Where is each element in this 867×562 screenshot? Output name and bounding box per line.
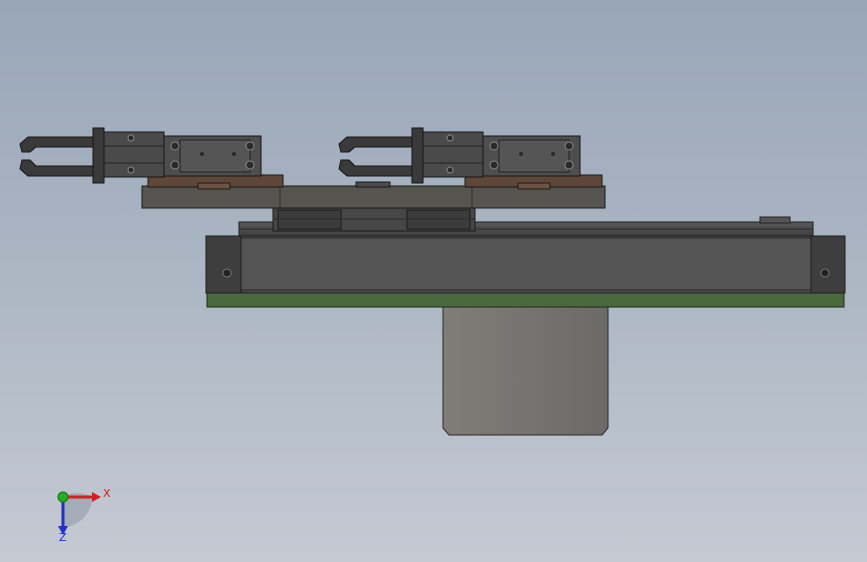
screw-icon bbox=[222, 268, 232, 278]
gripper-left[interactable] bbox=[19, 127, 262, 184]
screw-icon bbox=[820, 268, 830, 278]
port-icon bbox=[489, 160, 499, 170]
gripper-jaw-upper bbox=[19, 136, 97, 153]
gripper-right[interactable] bbox=[338, 127, 581, 184]
port-icon bbox=[245, 160, 255, 170]
end-cap-left bbox=[205, 235, 242, 294]
port-icon bbox=[564, 160, 574, 170]
support-bracket[interactable] bbox=[442, 305, 609, 436]
y-axis-dot bbox=[57, 491, 69, 503]
gripper-mount-right[interactable] bbox=[464, 174, 603, 190]
gripper-mount-left[interactable] bbox=[147, 174, 284, 190]
base-plate[interactable] bbox=[206, 291, 845, 308]
x-axis-label: X bbox=[103, 487, 111, 500]
end-cap-right bbox=[810, 235, 846, 294]
reference-triad: X Z bbox=[57, 487, 111, 544]
graphics-viewport[interactable]: X Z bbox=[0, 0, 867, 562]
z-axis-label: Z bbox=[59, 531, 67, 544]
gripper-jaw-lower bbox=[19, 159, 97, 177]
gripper-jaw-lower bbox=[338, 159, 416, 177]
port-icon bbox=[170, 160, 180, 170]
cad-model-view[interactable]: X Z bbox=[0, 0, 867, 562]
x-arrowhead-icon bbox=[92, 492, 101, 502]
port-icon bbox=[489, 141, 499, 151]
linear-module-body[interactable] bbox=[205, 235, 846, 294]
gripper-jaw-upper bbox=[338, 136, 416, 153]
port-icon bbox=[245, 141, 255, 151]
port-icon bbox=[564, 141, 574, 151]
port-icon bbox=[170, 141, 180, 151]
carriage[interactable] bbox=[272, 207, 476, 232]
